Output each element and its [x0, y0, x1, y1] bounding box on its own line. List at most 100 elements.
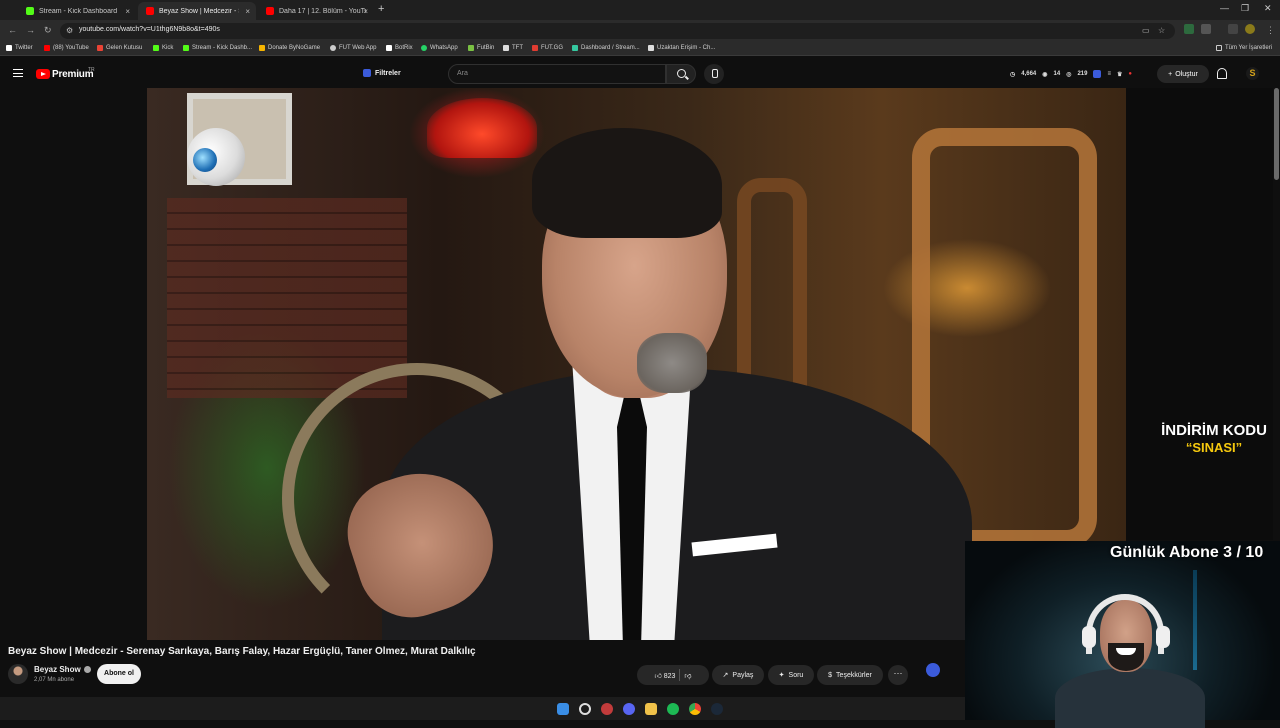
windows-start-icon[interactable] [557, 703, 569, 715]
subscriber-goal: Günlük Abone 3 / 10 [1110, 544, 1264, 561]
bookmark-tft[interactable]: TFT [503, 45, 523, 51]
channel-name[interactable]: Beyaz Show [34, 665, 91, 674]
subscribe-button[interactable]: Abone ol [97, 664, 141, 684]
x-icon [6, 45, 12, 51]
bookmark-remote-access[interactable]: Uzaktan Erişim - Ch... [648, 45, 715, 51]
steam-icon[interactable] [711, 703, 723, 715]
extension-badge-icon[interactable] [926, 663, 940, 677]
tab-title: Beyaz Show | Medcezir - Se... [159, 7, 239, 15]
search-placeholder: Ara [457, 70, 468, 77]
kick-icon [153, 45, 159, 51]
globe-icon [330, 45, 336, 51]
search-input[interactable]: Ara [448, 64, 666, 84]
extension-icon[interactable] [1184, 24, 1194, 34]
eye-icon: ◉ [1042, 71, 1048, 78]
bookmark-twitter[interactable]: Twitter [6, 45, 33, 51]
address-bar[interactable]: ⚙ youtube.com/watch?v=U1thg6N9b8o&t=490s… [60, 23, 1175, 39]
extensions-puzzle-icon[interactable] [1201, 24, 1211, 34]
tab-beyaz-show[interactable]: Beyaz Show | Medcezir - Se... × [138, 2, 256, 20]
tab-kick-dashboard[interactable]: Stream - Kick Dashboard × [18, 2, 136, 20]
youtube-icon [266, 7, 274, 15]
bookmark-gmail[interactable]: Gelen Kutusu [97, 45, 142, 51]
discount-code-label: İNDİRİM KODU [1161, 422, 1267, 439]
new-tab-button[interactable]: + [378, 3, 384, 15]
super-thanks-icon: $ [828, 671, 833, 679]
tab-title: Stream - Kick Dashboard [39, 7, 118, 15]
youtube-masthead: Premium TR Filtreler Ara ◷ 4,664 ◉ 14 ◎ 219… [0, 61, 1280, 87]
notifications-bell-icon[interactable] [1217, 68, 1227, 79]
share-icon: ↗ [722, 672, 729, 679]
sparkle-icon: ✦ [778, 672, 785, 679]
close-tab-icon[interactable]: × [363, 7, 368, 16]
bookmark-stream-dashboard[interactable]: Dashboard / Stream... [572, 45, 640, 51]
create-button[interactable]: + Oluştur [1157, 65, 1209, 83]
share-button[interactable]: ↗ Paylaş [712, 665, 764, 685]
led-light [1193, 570, 1197, 670]
search-button[interactable] [666, 64, 696, 84]
channel-avatar[interactable] [8, 664, 28, 684]
bookmark-star-icon[interactable]: ☆ [1158, 26, 1165, 35]
ask-button[interactable]: ✦ Soru [768, 665, 814, 685]
thanks-button[interactable]: $ Teşekkürler [817, 665, 883, 685]
scrollbar-thumb[interactable] [1274, 88, 1279, 180]
bookmark-futgg[interactable]: FUT.GG [532, 45, 563, 51]
stat-views: 219 [1077, 71, 1088, 77]
file-explorer-icon[interactable] [645, 703, 657, 715]
more-actions-button[interactable]: ··· [888, 665, 908, 685]
remote-desktop-icon [648, 45, 654, 51]
browser-menu-icon[interactable]: ⋮ [1266, 25, 1275, 36]
bookmark-fut-web-app[interactable]: FUT Web App [330, 45, 376, 51]
app-icon[interactable] [601, 703, 613, 715]
youtube-logo-icon[interactable] [36, 69, 50, 79]
close-window-button[interactable]: ✕ [1264, 3, 1272, 14]
bookmark-kick-dashboard[interactable]: Stream - Kick Dashb... [183, 45, 252, 51]
minimize-button[interactable]: — [1220, 3, 1229, 13]
folder-icon [1216, 45, 1222, 51]
account-avatar[interactable]: S [1246, 67, 1259, 80]
spotify-icon[interactable] [667, 703, 679, 715]
close-tab-icon[interactable]: × [125, 7, 130, 16]
trophy-icon[interactable]: ♛ [1117, 71, 1122, 78]
browser-tab-strip: Stream - Kick Dashboard × Beyaz Show | M… [0, 0, 1280, 20]
profile-avatar[interactable] [1245, 24, 1255, 34]
extension-badge-icon[interactable] [1093, 70, 1102, 78]
bookmark-kick[interactable]: Kick [153, 45, 173, 51]
futgg-icon [532, 45, 538, 51]
dislike-button[interactable]: 👎︎ [684, 671, 691, 680]
maximize-button[interactable]: ❐ [1241, 3, 1249, 14]
bookmark-botrix[interactable]: BotRix [386, 45, 413, 51]
hamburger-menu-icon[interactable] [13, 69, 23, 77]
list-icon[interactable]: ≡ [1107, 71, 1111, 77]
bookmarks-bar: Twitter (88) YouTube Gelen Kutusu Kick S… [0, 42, 1280, 56]
headphone-cup [1156, 626, 1170, 648]
forward-arrow-icon[interactable]: → [26, 25, 35, 35]
youtube-icon [44, 45, 50, 51]
back-arrow-icon[interactable]: ← [8, 25, 17, 35]
discord-icon[interactable] [623, 703, 635, 715]
voice-search-icon[interactable] [704, 64, 724, 84]
divider [679, 669, 681, 681]
bookmark-whatsapp[interactable]: WhatsApp [421, 45, 458, 51]
media-icon[interactable] [1228, 24, 1238, 34]
bookmark-futbin[interactable]: FutBin [468, 45, 494, 51]
live-dot-icon[interactable]: ● [1128, 71, 1132, 77]
search-icon[interactable] [579, 703, 591, 715]
headphone-cup [1082, 626, 1096, 648]
whatsapp-icon [421, 45, 427, 51]
tab-daha-17[interactable]: Daha 17 | 12. Bölüm - YouTube × [258, 2, 374, 20]
reload-icon[interactable]: ↻ [44, 25, 52, 36]
like-button[interactable]: 👍︎ 823 [654, 671, 675, 680]
all-bookmarks-folder[interactable]: Tüm Yer İşaretleri [1216, 45, 1272, 51]
bookmark-youtube[interactable]: (88) YouTube [44, 45, 89, 51]
close-tab-icon[interactable]: × [245, 7, 250, 16]
host-beard [637, 333, 707, 393]
site-info-icon[interactable]: ⚙ [66, 26, 73, 35]
filters-button[interactable]: Filtreler [363, 69, 401, 77]
botrix-icon [386, 45, 392, 51]
tab-title: Daha 17 | 12. Bölüm - YouTube [279, 7, 366, 15]
gmail-icon [97, 45, 103, 51]
cast-icon[interactable]: ▭ [1142, 26, 1150, 35]
host-hair [532, 128, 722, 238]
chrome-icon[interactable] [689, 703, 701, 715]
bookmark-bynogame[interactable]: Donate ByNoGame [259, 45, 320, 51]
